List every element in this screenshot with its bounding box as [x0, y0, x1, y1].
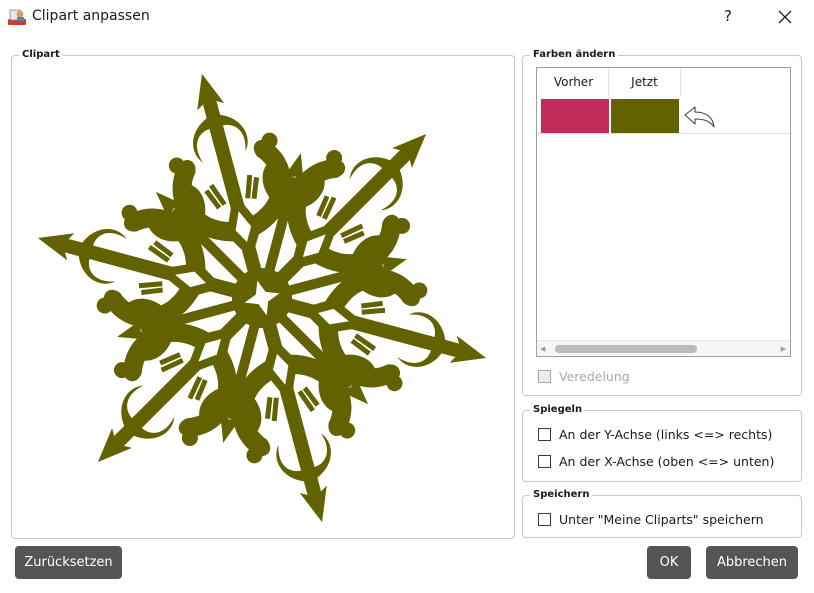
- color-table: Vorher Jetzt ◀ ▶: [536, 67, 791, 357]
- finishing-label: Veredelung: [559, 368, 630, 384]
- save-clipart-checkbox[interactable]: [538, 512, 551, 526]
- close-icon[interactable]: [772, 4, 798, 30]
- mirror-group: Spiegeln An der Y-Achse (links <=> recht…: [522, 403, 802, 482]
- now-color-swatch[interactable]: [611, 99, 679, 133]
- clipart-group: Clipart: [11, 48, 515, 539]
- colors-legend: Farben ändern: [530, 48, 619, 62]
- table-row-divider: [537, 133, 790, 134]
- ok-button[interactable]: OK: [647, 546, 691, 579]
- scroll-right-icon[interactable]: ▶: [781, 345, 786, 353]
- save-group: Speichern Unter "Meine Cliparts" speiche…: [522, 488, 802, 538]
- mirror-x-checkbox[interactable]: [538, 454, 551, 468]
- finishing-checkbox-row: Veredelung: [538, 367, 630, 385]
- mirror-y-row[interactable]: An der Y-Achse (links <=> rechts): [538, 425, 772, 443]
- cancel-button[interactable]: Abbrechen: [706, 546, 798, 579]
- mirror-x-label[interactable]: An der X-Achse (oben <=> unten): [559, 454, 774, 469]
- app-clipart-icon: [8, 9, 26, 25]
- finishing-checkbox: [538, 369, 551, 383]
- colors-group: Farben ändern Vorher Jetzt ◀ ▶ Veredelun…: [522, 48, 802, 396]
- help-button[interactable]: ?: [718, 4, 738, 28]
- before-color-swatch: [541, 99, 609, 133]
- mirror-y-checkbox[interactable]: [538, 427, 551, 441]
- title-bar: Clipart anpassen ?: [0, 0, 814, 34]
- mirror-legend: Spiegeln: [530, 403, 586, 417]
- reset-button[interactable]: Zurücksetzen: [15, 546, 122, 579]
- undo-arrow-icon[interactable]: [682, 104, 718, 130]
- save-clipart-label[interactable]: Unter "Meine Cliparts" speichern: [559, 512, 764, 527]
- horizontal-scrollbar[interactable]: ◀ ▶: [537, 340, 790, 356]
- mirror-x-row[interactable]: An der X-Achse (oben <=> unten): [538, 452, 774, 470]
- scroll-left-icon[interactable]: ◀: [540, 345, 545, 353]
- column-header-now: Jetzt: [609, 68, 681, 96]
- save-clipart-row[interactable]: Unter "Meine Cliparts" speichern: [538, 510, 764, 528]
- clipart-preview: [22, 66, 506, 530]
- scrollbar-thumb[interactable]: [555, 345, 697, 353]
- column-header-before: Vorher: [539, 68, 609, 96]
- window-title: Clipart anpassen: [32, 8, 150, 24]
- save-legend: Speichern: [530, 488, 593, 502]
- mirror-y-label[interactable]: An der Y-Achse (links <=> rechts): [559, 427, 772, 442]
- clipart-legend: Clipart: [19, 48, 63, 62]
